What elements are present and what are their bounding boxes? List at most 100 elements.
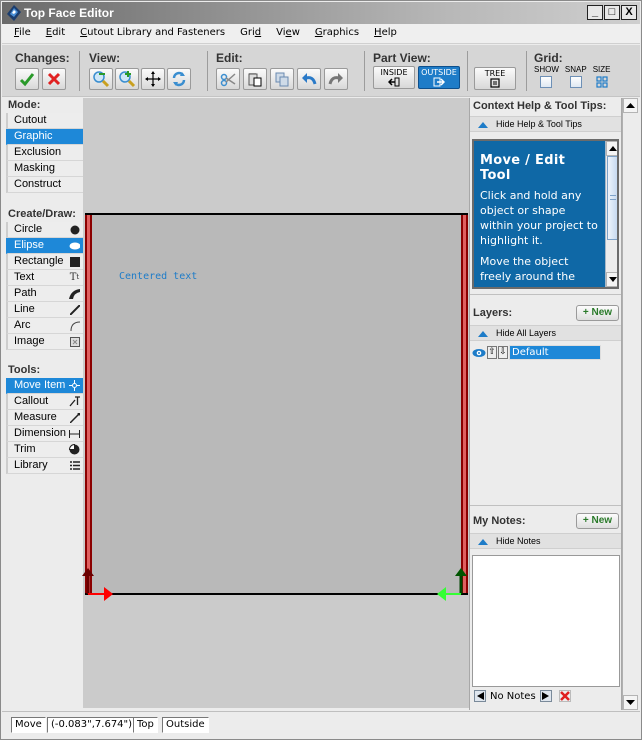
- scroll-down-button[interactable]: [606, 272, 617, 287]
- scroll-up-button[interactable]: [623, 98, 638, 113]
- menu-view[interactable]: View: [274, 24, 307, 43]
- layer-row[interactable]: ⇧ ⇩ Default: [472, 345, 601, 360]
- eye-icon[interactable]: [472, 348, 486, 358]
- draw-circle[interactable]: Circle: [6, 222, 83, 238]
- menu-edit[interactable]: Edit: [44, 24, 72, 43]
- draw-circle-label: Circle: [14, 223, 43, 235]
- draw-arc[interactable]: Arc: [6, 318, 83, 334]
- layer-name[interactable]: Default: [509, 345, 601, 360]
- scroll-thumb[interactable]: [607, 156, 617, 240]
- arrow-right-icon: [542, 692, 550, 700]
- menu-graphics[interactable]: Graphics: [313, 24, 366, 43]
- grid-group: Grid: SHOW SNAP SIZE: [534, 51, 610, 90]
- draw-line[interactable]: Line: [6, 302, 83, 318]
- tree-button[interactable]: TREE: [474, 67, 516, 90]
- draw-image[interactable]: Image: [6, 334, 83, 350]
- undo-button[interactable]: [297, 68, 321, 90]
- outside-view-button[interactable]: OUTSIDE: [418, 66, 460, 89]
- draw-path[interactable]: Path: [6, 286, 83, 302]
- tool-callout[interactable]: Callout: [6, 394, 83, 410]
- next-note-button[interactable]: [539, 690, 552, 702]
- cut-button[interactable]: [216, 68, 240, 90]
- mode-exclusion[interactable]: Exclusion: [6, 145, 83, 161]
- right-panel-scrollbar[interactable]: [622, 98, 638, 710]
- notes-textarea[interactable]: [472, 555, 620, 687]
- tool-dimension-label: Dimension: [14, 427, 66, 439]
- view-label: View:: [89, 51, 121, 65]
- new-layer-button[interactable]: + New: [576, 305, 619, 321]
- help-paragraph: Click and hold any object or shape withi…: [480, 189, 598, 247]
- circle-icon: [69, 224, 80, 235]
- arrow-down-icon: [626, 700, 635, 705]
- close-button[interactable]: X: [621, 5, 637, 20]
- grid-snap-checkbox[interactable]: [569, 76, 582, 88]
- tool-trim[interactable]: Trim: [6, 442, 83, 458]
- inside-label: INSIDE: [380, 68, 408, 77]
- window-title: Top Face Editor: [24, 6, 114, 20]
- exit-icon: [433, 77, 446, 87]
- layer-up-icon[interactable]: ⇧: [487, 346, 497, 359]
- scroll-down-button[interactable]: [623, 695, 638, 710]
- tool-trim-label: Trim: [14, 443, 36, 455]
- menu-cutout-library[interactable]: Cutout Library and Fasteners: [78, 24, 232, 43]
- maximize-button[interactable]: □: [604, 5, 620, 20]
- redo-button[interactable]: [324, 68, 348, 90]
- tool-measure[interactable]: Measure: [6, 410, 83, 426]
- refresh-icon: [172, 71, 186, 87]
- hide-layers-toggle[interactable]: Hide All Layers: [470, 325, 621, 341]
- layers-heading: Layers: + New: [470, 305, 621, 323]
- hide-notes-toggle[interactable]: Hide Notes: [470, 533, 621, 549]
- measure-icon: [69, 412, 80, 423]
- pan-button[interactable]: [141, 68, 165, 90]
- menu-file[interactable]: File: [12, 24, 38, 43]
- tool-move-item[interactable]: Move Item: [6, 378, 83, 394]
- menu-grid[interactable]: Grid: [238, 24, 268, 43]
- library-icon: [69, 460, 80, 471]
- accept-changes-button[interactable]: [15, 68, 39, 90]
- paste-button[interactable]: [243, 68, 267, 90]
- new-note-button[interactable]: + New: [576, 513, 619, 529]
- mode-masking[interactable]: Masking: [6, 161, 83, 177]
- mode-graphic[interactable]: Graphic: [6, 129, 83, 145]
- outside-label: OUTSIDE: [421, 68, 457, 77]
- status-tool: Move: [11, 717, 46, 733]
- redo-icon: [328, 73, 343, 85]
- paste-icon: [248, 73, 262, 87]
- zoom-in-icon: [119, 71, 136, 88]
- help-scrollbar[interactable]: [605, 141, 617, 287]
- canvas-text-item[interactable]: Centered text: [119, 271, 197, 282]
- notes-navigation: No Notes: [474, 690, 571, 702]
- layer-down-icon[interactable]: ⇩: [498, 346, 508, 359]
- menu-help[interactable]: Help: [372, 24, 404, 43]
- scroll-up-button[interactable]: [606, 141, 617, 156]
- image-icon: [69, 336, 80, 347]
- create-draw-heading: Create/Draw:: [8, 208, 76, 220]
- grid-size-icon[interactable]: [595, 76, 608, 88]
- move-icon: [69, 380, 80, 391]
- draw-rectangle[interactable]: Rectangle: [6, 254, 83, 270]
- menu-bar: File Edit Cutout Library and Fasteners G…: [2, 24, 640, 44]
- draw-text[interactable]: Text Tt: [6, 270, 83, 286]
- ellipse-icon: [69, 240, 80, 251]
- help-title: Move / Edit Tool: [480, 153, 566, 183]
- refresh-button[interactable]: [167, 68, 191, 90]
- delete-note-button[interactable]: [558, 690, 571, 702]
- arrow-left-icon: [476, 692, 484, 700]
- zoom-in-button[interactable]: [115, 68, 139, 90]
- inside-view-button[interactable]: INSIDE: [373, 66, 415, 89]
- mode-construct[interactable]: Construct: [6, 177, 83, 193]
- draw-ellipse[interactable]: Elipse: [6, 238, 83, 254]
- delete-x-icon: [559, 691, 570, 701]
- minimize-button[interactable]: _: [587, 5, 603, 20]
- zoom-out-button[interactable]: [89, 68, 113, 90]
- x-icon: [47, 72, 61, 86]
- copy-button[interactable]: [270, 68, 294, 90]
- tool-dimension[interactable]: Dimension: [6, 426, 83, 442]
- tool-library[interactable]: Library: [6, 458, 83, 474]
- grid-show-checkbox[interactable]: [540, 76, 553, 88]
- mode-cutout[interactable]: Cutout: [6, 113, 83, 129]
- arc-icon: [69, 320, 80, 331]
- previous-note-button[interactable]: [474, 690, 486, 702]
- hide-help-toggle[interactable]: Hide Help & Tool Tips: [470, 116, 621, 132]
- discard-changes-button[interactable]: [42, 68, 66, 90]
